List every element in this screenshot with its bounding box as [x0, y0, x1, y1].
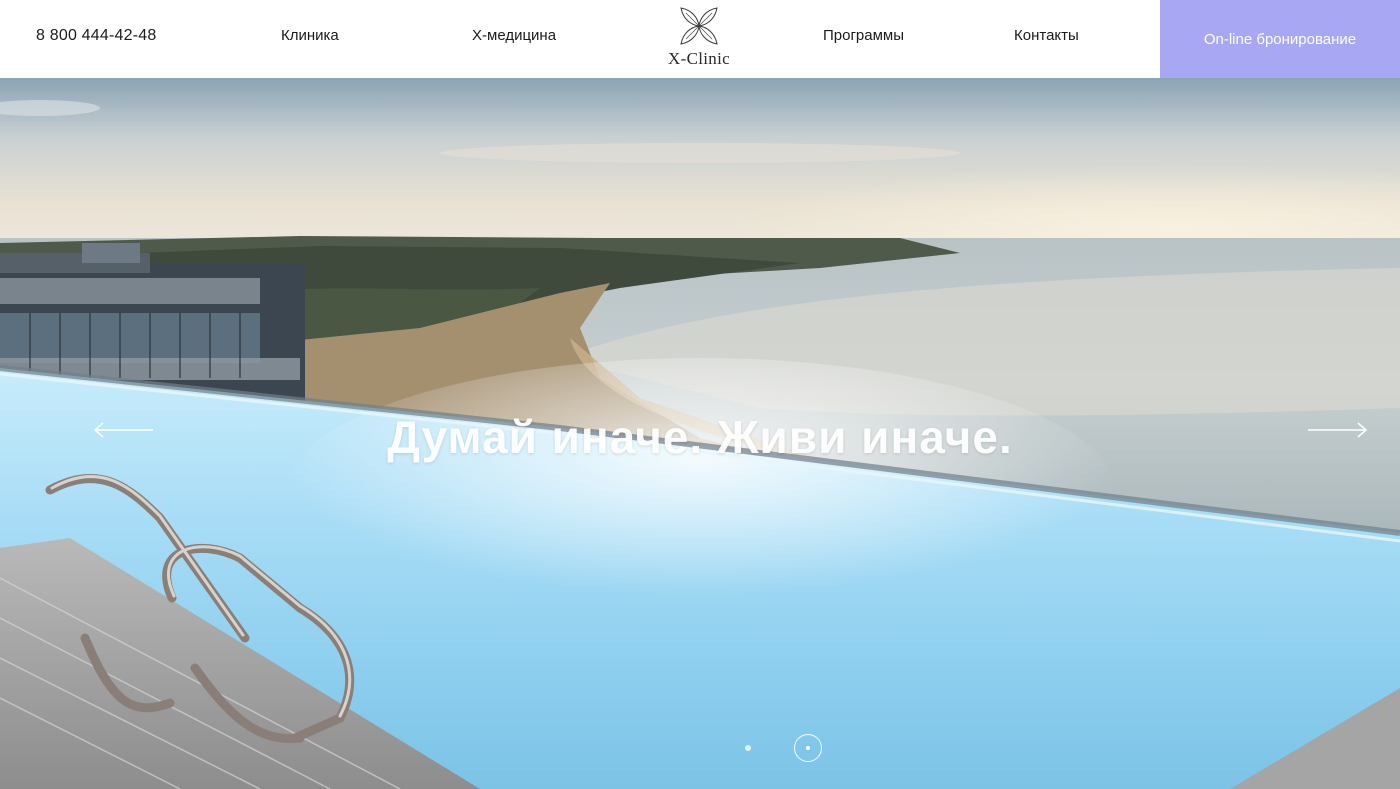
- arrow-right-icon[interactable]: [1306, 420, 1368, 440]
- phone-link[interactable]: 8 800 444-42-48: [36, 27, 156, 45]
- site-header: 8 800 444-42-48 Клиника X-медицина X-Cli…: [0, 0, 1400, 78]
- nav-item-contacts[interactable]: Контакты: [1014, 27, 1079, 44]
- arrow-left-icon[interactable]: [93, 420, 155, 440]
- hero-slider: Думай иначе. Живи иначе.: [0, 78, 1400, 789]
- nav-item-clinic[interactable]: Клиника: [281, 27, 339, 44]
- nav-item-programs[interactable]: Программы: [823, 27, 904, 44]
- flower-logo-icon: [680, 7, 718, 45]
- slider-dot-active[interactable]: [794, 734, 822, 762]
- logo[interactable]: X-Clinic: [662, 6, 736, 70]
- slider-dot[interactable]: [745, 745, 751, 751]
- hero-slogan: Думай иначе. Живи иначе.: [387, 411, 1013, 463]
- logo-text: X-Clinic: [668, 49, 730, 68]
- online-booking-button[interactable]: On-line бронирование: [1160, 0, 1400, 78]
- nav-item-x-medicine[interactable]: X-медицина: [472, 27, 556, 44]
- slider-pagination: [0, 733, 1400, 763]
